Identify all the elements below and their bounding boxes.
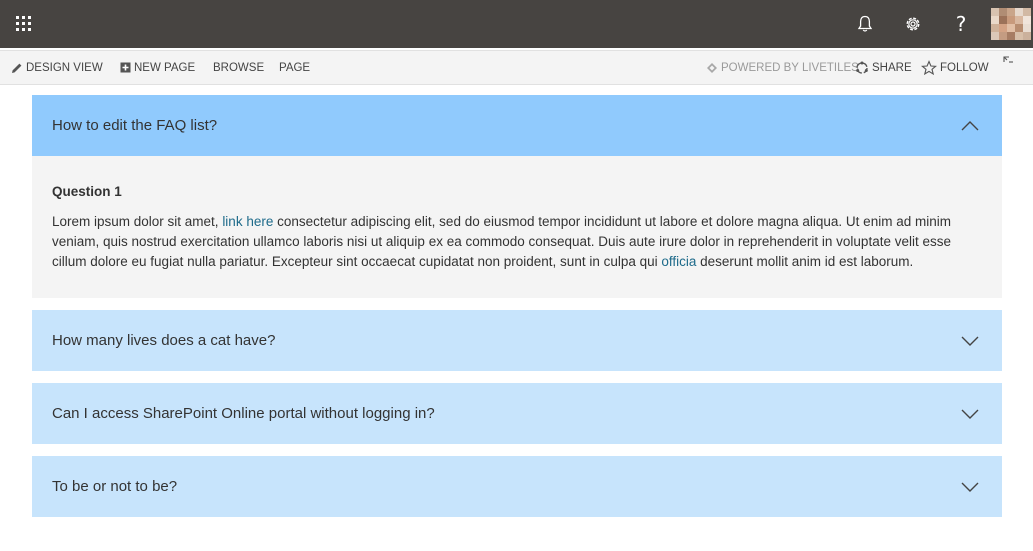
faq-item-header[interactable]: How to edit the FAQ list?	[32, 95, 1002, 156]
chevron-down-icon[interactable]	[960, 477, 980, 497]
tab-page[interactable]: PAGE	[279, 51, 310, 84]
app-launcher-icon[interactable]	[8, 8, 40, 40]
faq-item: Can I access SharePoint Online portal wi…	[32, 383, 1002, 444]
page-label: PAGE	[279, 61, 311, 74]
follow-button[interactable]: FOLLOW	[921, 51, 989, 84]
faq-item-header[interactable]: To be or not to be?	[32, 456, 1002, 517]
faq-item-header[interactable]: Can I access SharePoint Online portal wi…	[32, 383, 1002, 444]
chevron-up-icon[interactable]	[960, 116, 980, 136]
answer-text-part: deserunt mollit anim id est laborum.	[696, 254, 914, 269]
faq-item-content: Question 1 Lorem ipsum dolor sit amet, l…	[32, 156, 1002, 298]
design-view-label: DESIGN VIEW	[26, 61, 103, 74]
faq-item-header[interactable]: How many lives does a cat have?	[32, 310, 1002, 371]
link-officia[interactable]: officia	[661, 254, 696, 269]
link-here[interactable]: link here	[222, 214, 273, 229]
chevron-down-icon[interactable]	[960, 331, 980, 351]
faq-item-title: Can I access SharePoint Online portal wi…	[52, 405, 435, 422]
livetiles-logo-icon	[707, 62, 717, 73]
user-avatar[interactable]	[991, 8, 1033, 42]
faq-item-title: How to edit the FAQ list?	[52, 117, 218, 134]
settings-gear-icon[interactable]	[897, 8, 929, 40]
powered-by-label: POWERED BY LIVETILES	[721, 61, 859, 74]
add-page-icon	[120, 62, 131, 73]
star-icon	[921, 59, 937, 75]
chevron-down-icon[interactable]	[960, 404, 980, 424]
share-button[interactable]: SHARE	[855, 51, 912, 84]
faq-item: How many lives does a cat have?	[32, 310, 1002, 371]
notifications-bell-icon[interactable]	[849, 8, 881, 40]
focus-content-icon	[1003, 55, 1013, 63]
faq-item: How to edit the FAQ list? Question 1 Lor…	[32, 95, 1002, 298]
tab-browse[interactable]: BROWSE	[213, 51, 264, 84]
ribbon-bar: DESIGN VIEW NEW PAGE BROWSE PAGE POWERED…	[0, 50, 1033, 85]
design-view-button[interactable]: DESIGN VIEW	[11, 51, 103, 84]
new-page-button[interactable]: NEW PAGE	[120, 51, 195, 84]
question-title: Question 1	[52, 184, 122, 199]
suite-bar: ?	[0, 0, 1033, 48]
answer-text: Lorem ipsum dolor sit amet, link here co…	[52, 212, 982, 272]
help-icon[interactable]: ?	[945, 8, 977, 40]
pencil-icon	[12, 63, 22, 73]
browse-label: BROWSE	[213, 61, 265, 74]
answer-text-part: Lorem ipsum dolor sit amet,	[52, 214, 223, 229]
faq-item-title: To be or not to be?	[52, 478, 178, 495]
focus-on-content-button[interactable]	[1003, 45, 1018, 78]
share-icon	[856, 61, 868, 74]
faq-item: To be or not to be?	[32, 456, 1002, 517]
powered-by-livetiles[interactable]: POWERED BY LIVETILES	[706, 51, 859, 84]
faq-item-title: How many lives does a cat have?	[52, 332, 276, 349]
new-page-label: NEW PAGE	[134, 61, 196, 74]
follow-label: FOLLOW	[940, 61, 989, 74]
share-label: SHARE	[872, 61, 912, 74]
